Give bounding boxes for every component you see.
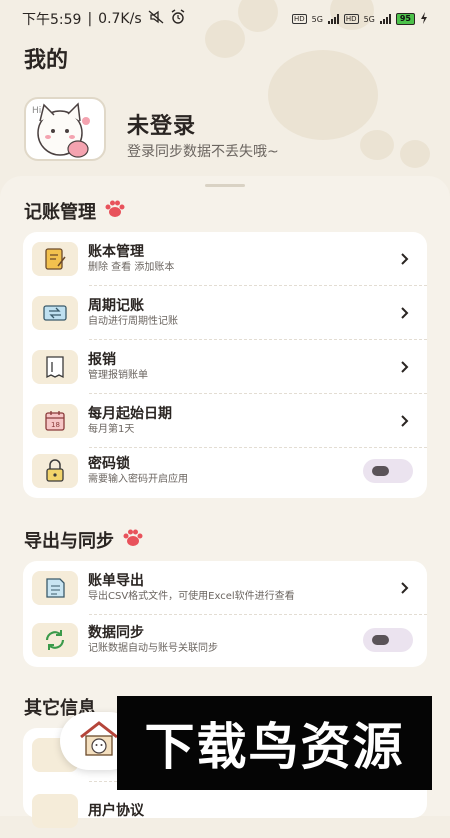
menu-item-password-lock: 密码锁 需要输入密码开启应用: [23, 444, 427, 498]
paw-decoration-toe: [360, 130, 394, 160]
menu-item-subtitle: 导出CSV格式文件，可使用Excel软件进行查看: [88, 591, 295, 602]
menu-item-subtitle: 记账数据自动与账号关联同步: [88, 643, 218, 654]
menu-item-title: 密码锁: [88, 456, 130, 472]
reimburse-icon: [32, 350, 78, 384]
svg-text:18: 18: [51, 421, 60, 429]
charging-icon: [420, 12, 428, 26]
toggle-knob: [372, 635, 389, 645]
chevron-right-icon: [393, 252, 417, 266]
status-separator: |: [87, 11, 93, 27]
network-label: 5G: [311, 14, 323, 24]
menu-item-subtitle: 管理报销账单: [88, 370, 148, 381]
battery-level: 95: [395, 13, 415, 25]
accounting-card: 账本管理 删除 查看 添加账本 周期记账 自动进行周期性记账 报销 管理报销账单…: [23, 232, 427, 498]
menu-item-month-start[interactable]: 18 每月起始日期 每月第1天: [23, 394, 427, 448]
menu-item-title: 账本管理: [88, 244, 144, 260]
section-title-accounting: 记账管理: [24, 198, 126, 224]
hd-badge: HD: [291, 14, 307, 24]
hd-badge: HD: [343, 14, 359, 24]
chevron-right-icon: [393, 414, 417, 428]
network-label: 5G: [363, 14, 375, 24]
signal-icon: [379, 14, 391, 24]
login-status[interactable]: 未登录: [127, 108, 196, 140]
paw-icon: [104, 200, 126, 223]
paw-decoration-toe: [400, 140, 430, 168]
password-lock-toggle[interactable]: [363, 459, 413, 483]
menu-item-title: 报销: [88, 352, 116, 368]
menu-item-title: 每月起始日期: [88, 406, 172, 422]
paw-icon: [122, 529, 144, 552]
export-icon: [32, 571, 78, 605]
menu-item-bill-export[interactable]: 账单导出 导出CSV格式文件，可使用Excel软件进行查看: [23, 561, 427, 615]
menu-item-data-sync: 数据同步 记账数据自动与账号关联同步: [23, 613, 427, 667]
menu-item-title: 数据同步: [88, 625, 144, 641]
chevron-right-icon: [393, 360, 417, 374]
lock-icon: [32, 454, 78, 488]
menu-item-subtitle: 自动进行周期性记账: [88, 316, 178, 327]
sync-icon: [32, 623, 78, 657]
svg-text:Hi: Hi: [32, 106, 41, 116]
section-title-text: 记账管理: [24, 202, 96, 223]
mute-icon: [148, 10, 164, 28]
toggle-knob: [372, 466, 389, 476]
menu-item-recurring[interactable]: 周期记账 自动进行周期性记账: [23, 286, 427, 340]
agreement-icon: [32, 794, 78, 828]
drag-handle[interactable]: [205, 184, 245, 187]
cycle-icon: [32, 296, 78, 330]
chevron-right-icon: [393, 306, 417, 320]
menu-item-user-agreement[interactable]: 用户协议: [23, 784, 427, 838]
section-title-text: 导出与同步: [24, 531, 114, 552]
menu-item-subtitle: 每月第1天: [88, 424, 135, 435]
calendar-icon: 18: [32, 404, 78, 438]
status-time: 下午5:59: [22, 12, 82, 28]
paw-decoration: [268, 50, 378, 140]
section-title-export: 导出与同步: [24, 527, 144, 553]
data-sync-toggle[interactable]: [363, 628, 413, 652]
signal-icon: [327, 14, 339, 24]
menu-item-reimburse[interactable]: 报销 管理报销账单: [23, 340, 427, 394]
menu-item-ledger[interactable]: 账本管理 删除 查看 添加账本: [23, 232, 427, 286]
status-speed: 0.7K/s: [98, 11, 142, 27]
watermark-banner: 下载鸟资源: [117, 696, 432, 790]
menu-item-subtitle: 需要输入密码开启应用: [88, 474, 188, 485]
page-title: 我的: [24, 48, 69, 73]
status-bar: 下午5:59 | 0.7K/s HD 5G HD 5G 95: [0, 0, 450, 38]
battery-icon: 95: [395, 13, 415, 25]
login-hint: 登录同步数据不丢失哦~: [127, 144, 279, 160]
home-cat-icon: [77, 719, 121, 763]
chevron-right-icon: [393, 581, 417, 595]
alarm-icon: [170, 9, 186, 29]
menu-item-title: 周期记账: [88, 298, 144, 314]
menu-item-title: 用户协议: [88, 803, 144, 819]
export-card: 账单导出 导出CSV格式文件，可使用Excel软件进行查看 数据同步 记账数据自…: [23, 561, 427, 667]
menu-item-title: 账单导出: [88, 573, 144, 589]
ledger-icon: [32, 242, 78, 276]
menu-item-subtitle: 删除 查看 添加账本: [88, 262, 175, 273]
avatar[interactable]: Hi: [24, 97, 106, 161]
